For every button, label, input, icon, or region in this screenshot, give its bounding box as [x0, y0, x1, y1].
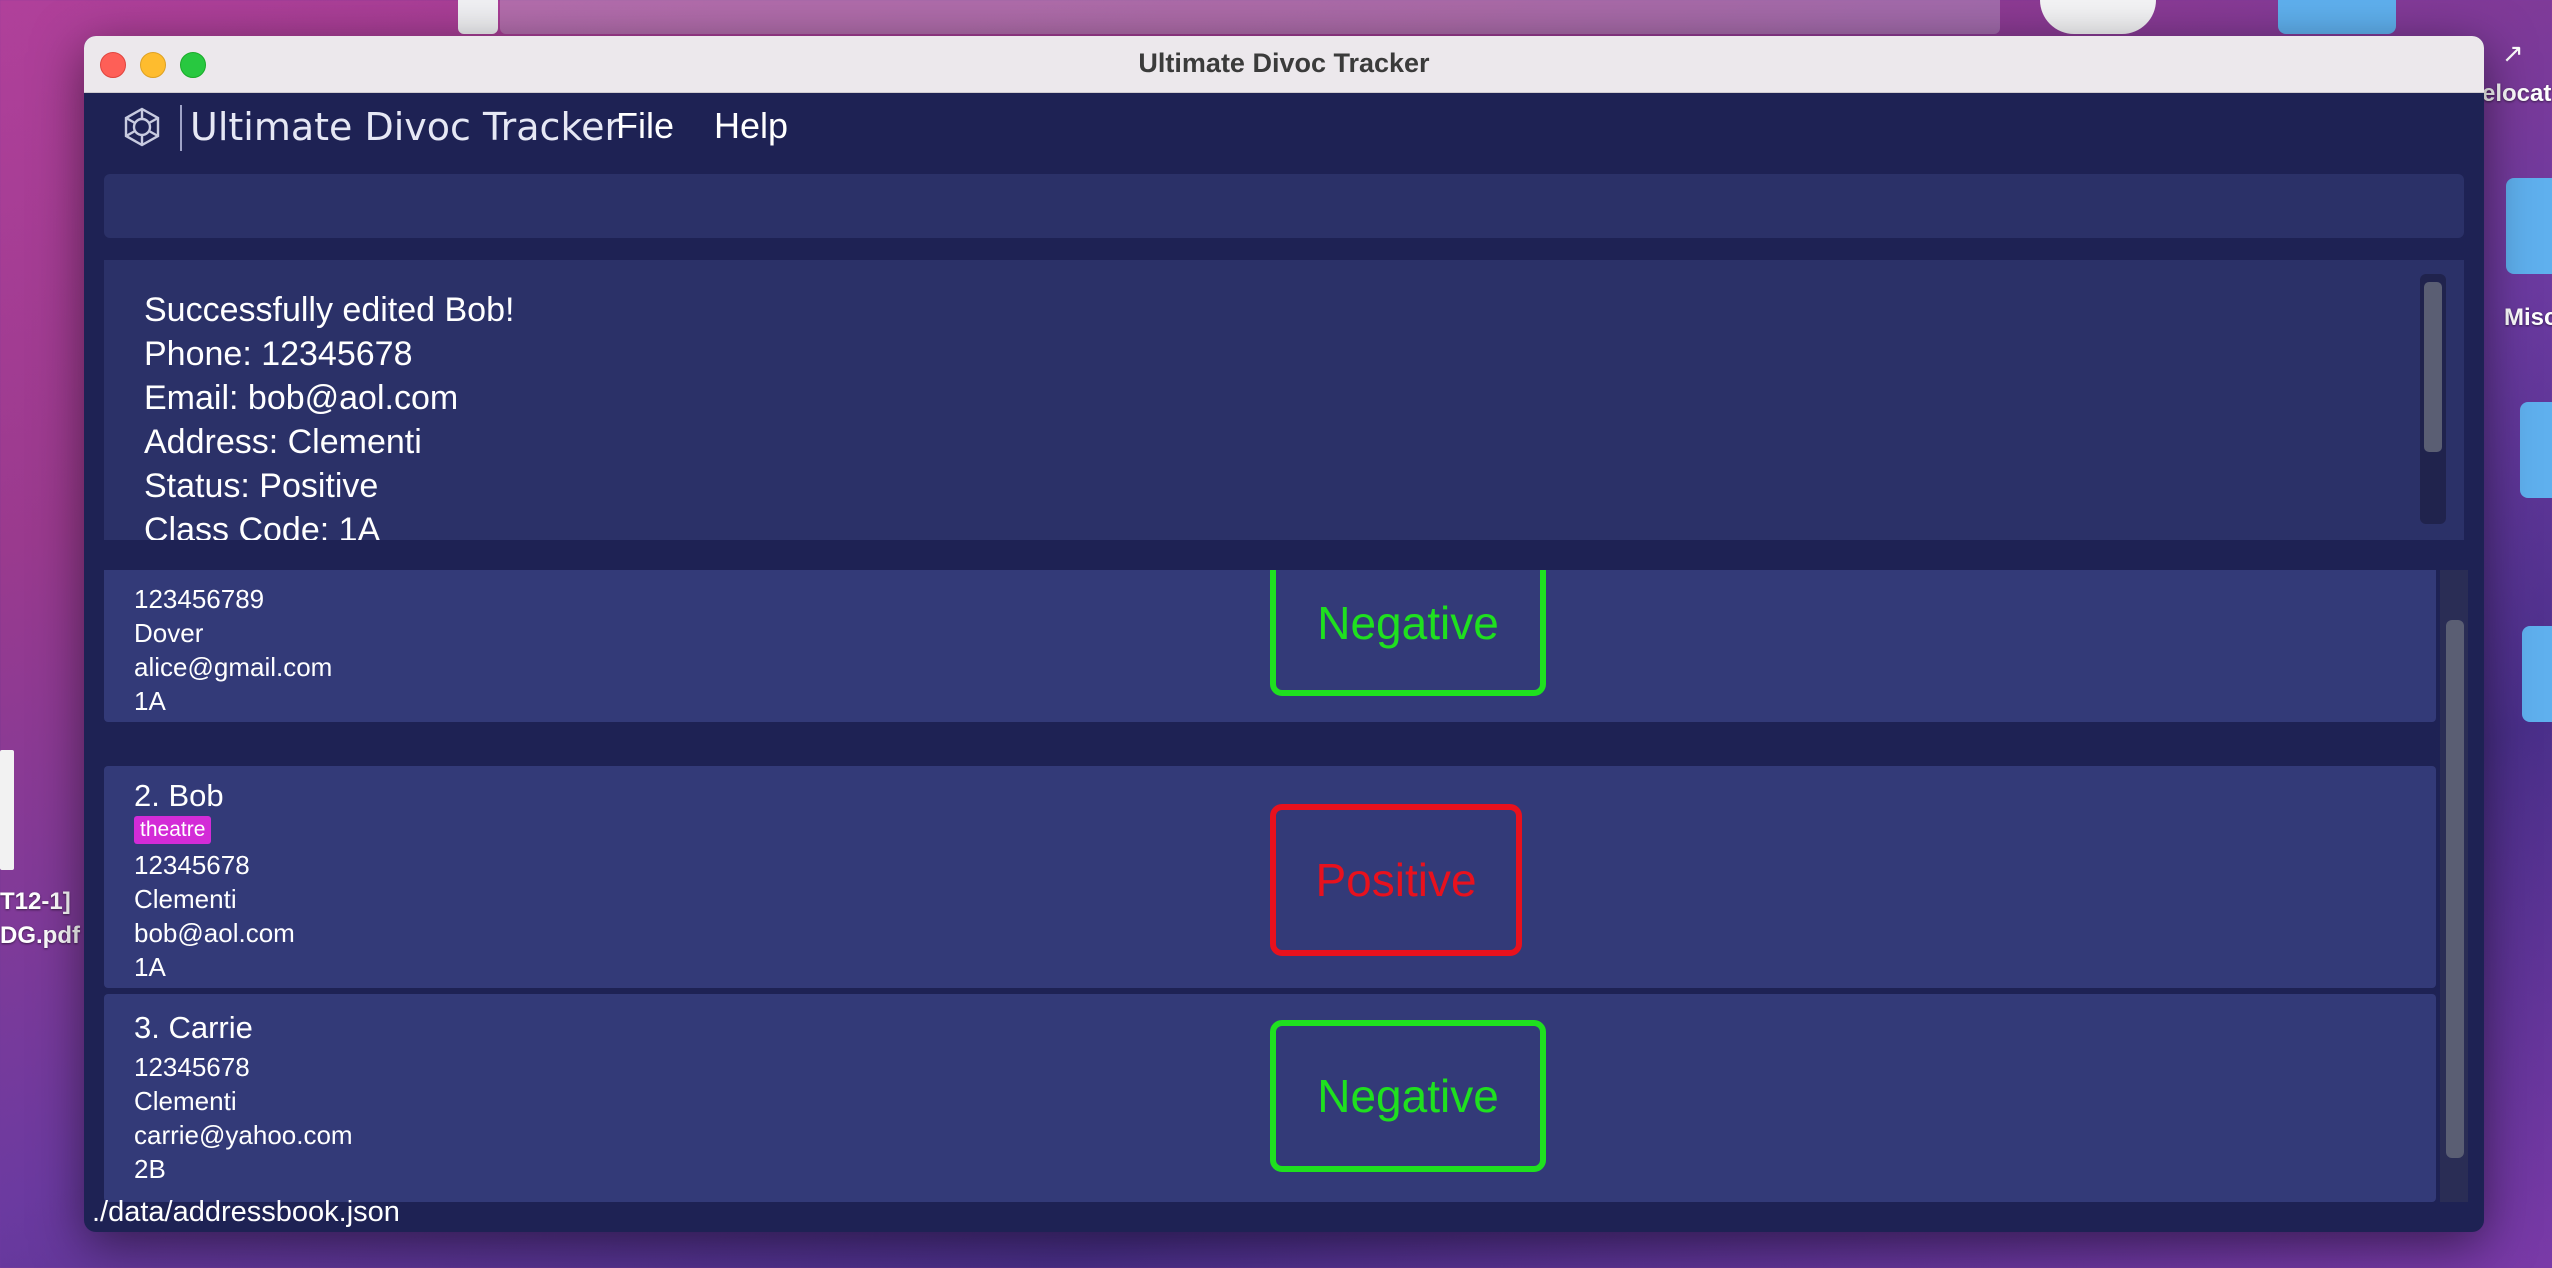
app-logo-icon: [124, 107, 160, 147]
person-name: 2. Bob: [134, 778, 224, 813]
desktop-android-icon[interactable]: [2040, 0, 2156, 34]
window-title: Ultimate Divoc Tracker: [1138, 48, 1430, 78]
status-badge-negative: Negative: [1270, 570, 1546, 696]
person-card[interactable]: 3. Carrie 12345678 Clementi carrie@yahoo…: [104, 994, 2436, 1202]
person-phone: 12345678: [134, 1052, 250, 1082]
result-line: Phone: 12345678: [144, 335, 413, 373]
person-address: Dover: [134, 618, 204, 648]
desktop-file-label-line2[interactable]: DG.pdf: [0, 922, 80, 950]
panel-divider: [84, 540, 2484, 570]
result-scrollbar-thumb[interactable]: [2424, 282, 2442, 452]
person-class-code: 2B: [134, 1154, 166, 1184]
desktop-folder-icon[interactable]: [2520, 402, 2552, 498]
title-bar[interactable]: Ultimate Divoc Tracker: [84, 36, 2484, 93]
result-line: Successfully edited Bob!: [144, 291, 515, 329]
person-email: carrie@yahoo.com: [134, 1120, 353, 1150]
status-bar-file-path: ./data/addressbook.json: [92, 1196, 400, 1228]
desktop-file-label-line1[interactable]: T12-1]: [0, 888, 71, 916]
status-badge-negative: Negative: [1270, 1020, 1546, 1172]
command-input[interactable]: [104, 174, 2464, 238]
person-address: Clementi: [134, 1086, 237, 1116]
menu-file[interactable]: File: [616, 105, 674, 147]
desktop-folder-icon[interactable]: [2506, 178, 2552, 274]
person-tag: theatre: [134, 816, 212, 844]
alias-arrow-icon: ↗: [2502, 38, 2524, 68]
menu-help[interactable]: Help: [714, 105, 788, 147]
result-line: Address: Clementi: [144, 423, 422, 461]
result-scrollbar[interactable]: [2420, 274, 2446, 524]
person-card[interactable]: 2. Bob theatre 12345678 Clementi bob@aol…: [104, 766, 2436, 988]
person-email: alice@gmail.com: [134, 652, 333, 682]
person-list-scrollbar[interactable]: [2440, 570, 2468, 1202]
status-badge-positive: Positive: [1270, 804, 1522, 956]
desktop-pdf-file-icon[interactable]: [0, 750, 14, 870]
person-list[interactable]: 123456789 Dover alice@gmail.com 1A Negat…: [104, 570, 2440, 1202]
person-phone: 123456789: [134, 584, 265, 614]
result-line: Email: bob@aol.com: [144, 379, 459, 417]
person-phone: 12345678: [134, 850, 250, 880]
person-list-scrollbar-thumb[interactable]: [2446, 620, 2464, 1158]
logo-separator: [180, 105, 182, 151]
menu-bar: Ultimate Divoc Tracker File Help: [84, 93, 2484, 163]
desktop-label-misc[interactable]: Misc: [2504, 304, 2552, 332]
app-name: Ultimate Divoc Tracker: [190, 105, 621, 149]
app-window: Ultimate Divoc Tracker Ultimate Divoc Tr…: [84, 36, 2484, 1232]
desktop-top-item: [458, 0, 498, 34]
result-line: Class Code: 1A: [144, 511, 381, 540]
result-display: Successfully edited Bob! Phone: 12345678…: [104, 260, 2464, 540]
person-name: 3. Carrie: [134, 1010, 253, 1045]
person-address: Clementi: [134, 884, 237, 914]
desktop-top-bar: [500, 0, 2000, 34]
result-line: Status: Positive: [144, 467, 379, 505]
desktop-folder-icon[interactable]: [2522, 626, 2552, 722]
desktop-label-relocated[interactable]: elocat: [2482, 80, 2551, 108]
person-class-code: 1A: [134, 686, 166, 716]
desktop-folder-icon[interactable]: [2278, 0, 2396, 34]
person-email: bob@aol.com: [134, 918, 295, 948]
result-text: Successfully edited Bob! Phone: 12345678…: [144, 288, 514, 540]
person-card[interactable]: 123456789 Dover alice@gmail.com 1A Negat…: [104, 570, 2436, 722]
person-class-code: 1A: [134, 952, 166, 982]
